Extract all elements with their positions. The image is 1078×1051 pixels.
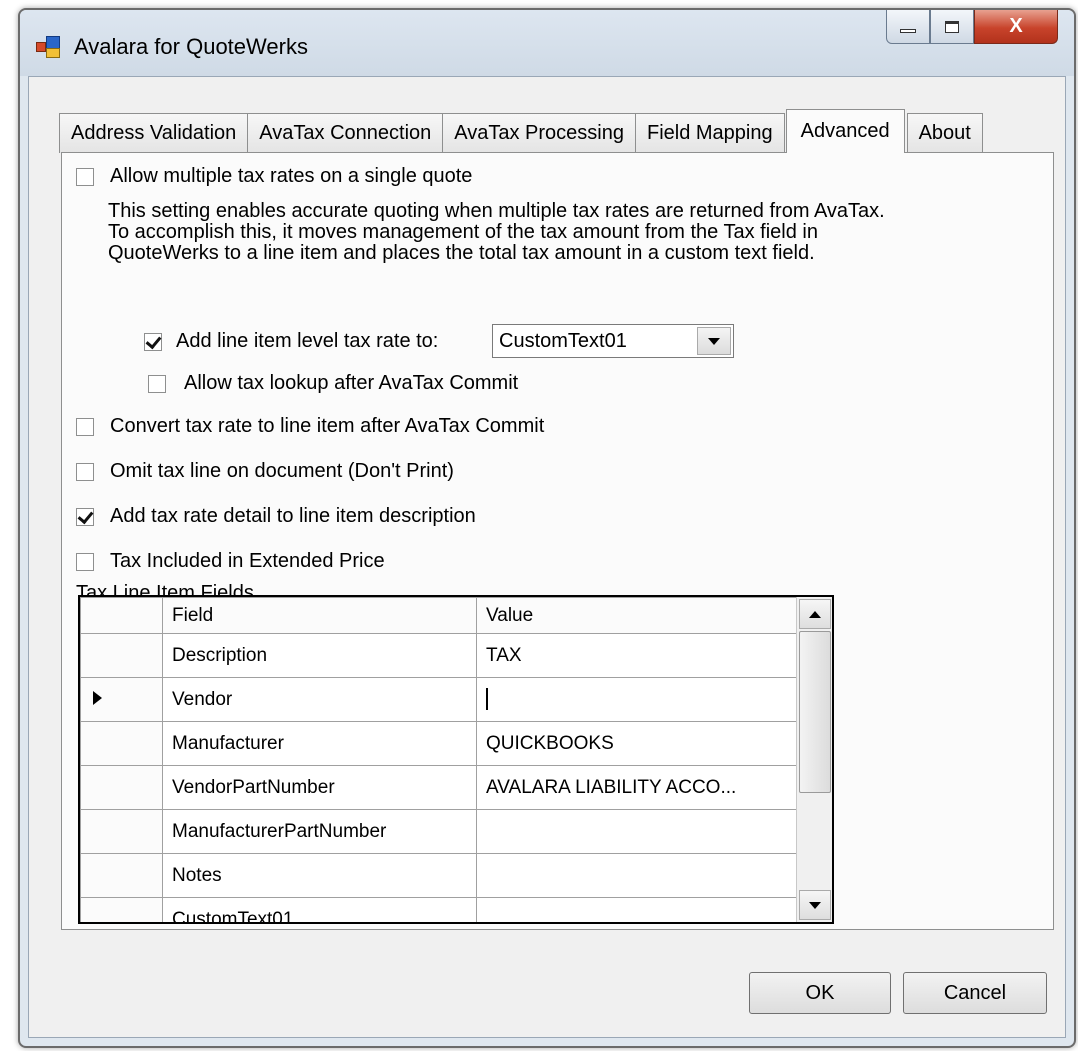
tab-advanced[interactable]: Advanced — [785, 109, 905, 153]
field-cell[interactable]: Vendor — [162, 677, 477, 722]
multi-rates-checkbox[interactable] — [76, 167, 94, 186]
field-cell[interactable]: Manufacturer — [162, 721, 477, 766]
ok-button[interactable]: OK — [749, 972, 891, 1014]
field-cell[interactable]: VendorPartNumber — [162, 765, 477, 810]
dialog-window: Avalara for QuoteWerks X Address Validat… — [18, 8, 1076, 1048]
advanced-tab-panel: Allow multiple tax rates on a single quo… — [61, 152, 1054, 930]
value-cell[interactable] — [476, 897, 797, 922]
field-cell[interactable]: Description — [162, 633, 477, 678]
convert-rate-option[interactable]: Convert tax rate to line item after AvaT… — [76, 415, 544, 438]
tax-included-option[interactable]: Tax Included in Extended Price — [76, 550, 385, 573]
app-icon — [36, 36, 60, 58]
close-button[interactable]: X — [974, 10, 1058, 44]
row-header[interactable] — [80, 633, 163, 678]
close-icon: X — [1009, 15, 1023, 37]
multi-rates-label: Allow multiple tax rates on a single quo… — [110, 165, 473, 187]
text-caret — [486, 688, 488, 711]
cancel-button[interactable]: Cancel — [903, 972, 1047, 1014]
tax-included-checkbox[interactable] — [76, 552, 94, 571]
field-cell[interactable]: CustomText01 — [162, 897, 477, 922]
scroll-down-button[interactable] — [799, 890, 831, 920]
description-line: QuoteWerks to a line item and places the… — [108, 242, 815, 264]
current-row-icon — [93, 690, 102, 705]
value-cell-editing[interactable] — [476, 677, 797, 722]
lookup-after-commit-option[interactable]: Allow tax lookup after AvaTax Commit — [148, 372, 518, 395]
tab-field-mapping[interactable]: Field Mapping — [634, 113, 785, 153]
description-line: This setting enables accurate quoting wh… — [108, 200, 885, 222]
scroll-down-icon — [809, 901, 821, 909]
custom-text-selected: CustomText01 — [499, 329, 627, 352]
tab-avatax-processing[interactable]: AvaTax Processing — [442, 113, 636, 153]
tab-avatax-connection[interactable]: AvaTax Connection — [247, 113, 444, 153]
table-row[interactable]: Notes — [80, 853, 797, 898]
caption-buttons: X — [886, 10, 1058, 46]
line-item-rate-label: Add line item level tax rate to: — [176, 330, 439, 352]
table-row[interactable]: Manufacturer QUICKBOOKS — [80, 721, 797, 766]
value-cell[interactable]: AVALARA LIABILITY ACCO... — [476, 765, 797, 810]
line-item-rate-checkbox[interactable] — [144, 332, 162, 351]
omit-tax-line-checkbox[interactable] — [76, 462, 94, 481]
value-cell[interactable] — [476, 853, 797, 898]
scroll-thumb[interactable] — [799, 631, 831, 793]
table-row[interactable]: Vendor — [80, 677, 797, 722]
line-item-rate-option[interactable]: Add line item level tax rate to: — [144, 330, 438, 353]
tax-included-label: Tax Included in Extended Price — [110, 550, 385, 572]
column-header-value[interactable]: Value — [476, 597, 797, 634]
window-title: Avalara for QuoteWerks — [74, 34, 308, 59]
row-header[interactable] — [80, 677, 163, 722]
table-row[interactable]: VendorPartNumber AVALARA LIABILITY ACCO.… — [80, 765, 797, 810]
omit-tax-line-option[interactable]: Omit tax line on document (Don't Print) — [76, 460, 454, 483]
scroll-up-icon — [809, 610, 821, 618]
tab-strip: Address Validation AvaTax Connection Ava… — [59, 109, 983, 153]
table-row[interactable]: Description TAX — [80, 633, 797, 678]
grid-vertical-scrollbar[interactable] — [796, 597, 832, 922]
tab-address-validation[interactable]: Address Validation — [59, 113, 249, 153]
dialog-client: Address Validation AvaTax Connection Ava… — [28, 76, 1066, 1038]
scroll-up-button[interactable] — [799, 599, 831, 629]
rate-detail-checkbox[interactable] — [76, 507, 94, 526]
custom-text-dropdown[interactable]: CustomText01 — [492, 324, 734, 358]
minimize-button[interactable] — [886, 10, 930, 44]
tax-fields-grid[interactable]: Field Value Description TAX Vendor Manuf… — [78, 595, 834, 924]
tax-fields-table: Field Value Description TAX Vendor Manuf… — [80, 597, 797, 922]
value-cell[interactable]: TAX — [476, 633, 797, 678]
chevron-down-icon — [708, 337, 720, 345]
title-bar[interactable]: Avalara for QuoteWerks X — [20, 10, 1074, 76]
maximize-button[interactable] — [930, 10, 974, 44]
description-line: To accomplish this, it moves management … — [108, 221, 818, 243]
column-header-field[interactable]: Field — [162, 597, 477, 634]
convert-rate-label: Convert tax rate to line item after AvaT… — [110, 415, 545, 437]
maximize-icon — [945, 20, 959, 33]
row-header-corner — [80, 597, 163, 634]
field-cell[interactable]: Notes — [162, 853, 477, 898]
row-header[interactable] — [80, 765, 163, 810]
row-header[interactable] — [80, 721, 163, 766]
table-row[interactable]: ManufacturerPartNumber — [80, 809, 797, 854]
rate-detail-option[interactable]: Add tax rate detail to line item descrip… — [76, 505, 476, 528]
lookup-after-commit-label: Allow tax lookup after AvaTax Commit — [184, 372, 519, 394]
convert-rate-checkbox[interactable] — [76, 417, 94, 436]
multi-rates-description: This setting enables accurate quoting wh… — [108, 201, 1028, 264]
minimize-icon — [900, 28, 916, 33]
tab-about[interactable]: About — [906, 113, 983, 153]
rate-detail-label: Add tax rate detail to line item descrip… — [110, 505, 476, 527]
value-cell[interactable]: QUICKBOOKS — [476, 721, 797, 766]
dropdown-button[interactable] — [697, 327, 731, 355]
row-header[interactable] — [80, 853, 163, 898]
multi-rates-option[interactable]: Allow multiple tax rates on a single quo… — [76, 165, 472, 188]
field-cell[interactable]: ManufacturerPartNumber — [162, 809, 477, 854]
lookup-after-commit-checkbox[interactable] — [148, 374, 166, 393]
header-row: Field Value — [80, 597, 797, 634]
value-cell[interactable] — [476, 809, 797, 854]
omit-tax-line-label: Omit tax line on document (Don't Print) — [110, 460, 454, 482]
row-header[interactable] — [80, 809, 163, 854]
table-row[interactable]: CustomText01 — [80, 897, 797, 922]
row-header[interactable] — [80, 897, 163, 922]
